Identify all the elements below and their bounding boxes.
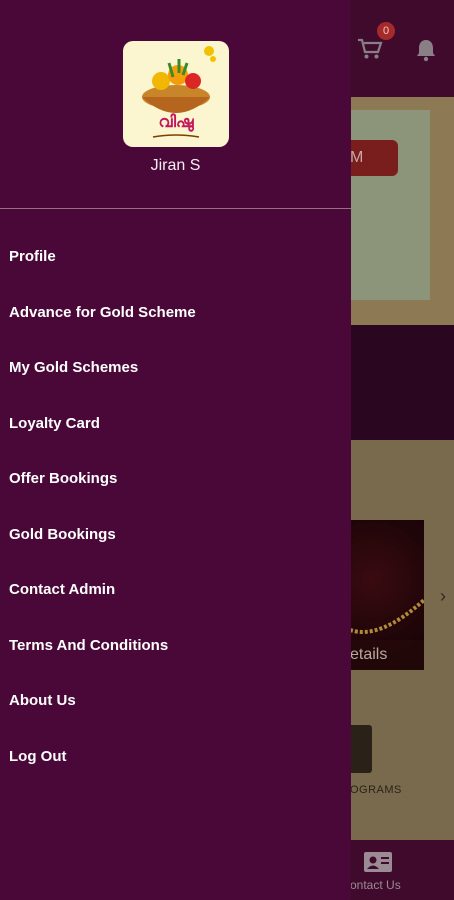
cart-icon[interactable] <box>357 38 383 60</box>
chevron-right-icon[interactable]: › <box>440 586 446 607</box>
menu-item-profile[interactable]: Profile <box>0 229 351 285</box>
banner-card-inner <box>350 110 430 300</box>
card-icon <box>350 725 372 773</box>
menu-item-contact-admin[interactable]: Contact Admin <box>0 562 351 618</box>
menu-item-my-gold-schemes[interactable]: My Gold Schemes <box>0 340 351 396</box>
dark-band <box>350 325 454 440</box>
drawer-divider <box>0 208 351 209</box>
menu-item-loyalty-card[interactable]: Loyalty Card <box>0 396 351 452</box>
app-logo: വിഷു <box>123 41 229 147</box>
menu-item-log-out[interactable]: Log Out <box>0 729 351 785</box>
menu-item-advance-gold-scheme[interactable]: Advance for Gold Scheme <box>0 285 351 341</box>
navigation-drawer: വിഷു Jiran S Profile Advance for Gold Sc… <box>0 0 351 900</box>
user-name: Jiran S <box>150 157 201 174</box>
logo-text: വിഷു <box>158 112 194 133</box>
menu-item-about-us[interactable]: About Us <box>0 673 351 729</box>
menu-item-gold-bookings[interactable]: Gold Bookings <box>0 507 351 563</box>
contact-card-icon[interactable] <box>364 852 392 872</box>
banner-button[interactable]: M <box>350 140 398 176</box>
cart-count-badge: 0 <box>377 22 395 40</box>
drawer-menu: Profile Advance for Gold Scheme My Gold … <box>0 229 351 784</box>
banner-button-label: M <box>350 149 364 166</box>
menu-item-offer-bookings[interactable]: Offer Bookings <box>0 451 351 507</box>
programs-label: OGRAMS <box>350 784 402 796</box>
product-caption: etails <box>350 640 424 670</box>
contact-us-label[interactable]: ontact Us <box>350 878 401 892</box>
notification-bell-icon[interactable] <box>415 38 437 62</box>
menu-item-terms-conditions[interactable]: Terms And Conditions <box>0 618 351 674</box>
